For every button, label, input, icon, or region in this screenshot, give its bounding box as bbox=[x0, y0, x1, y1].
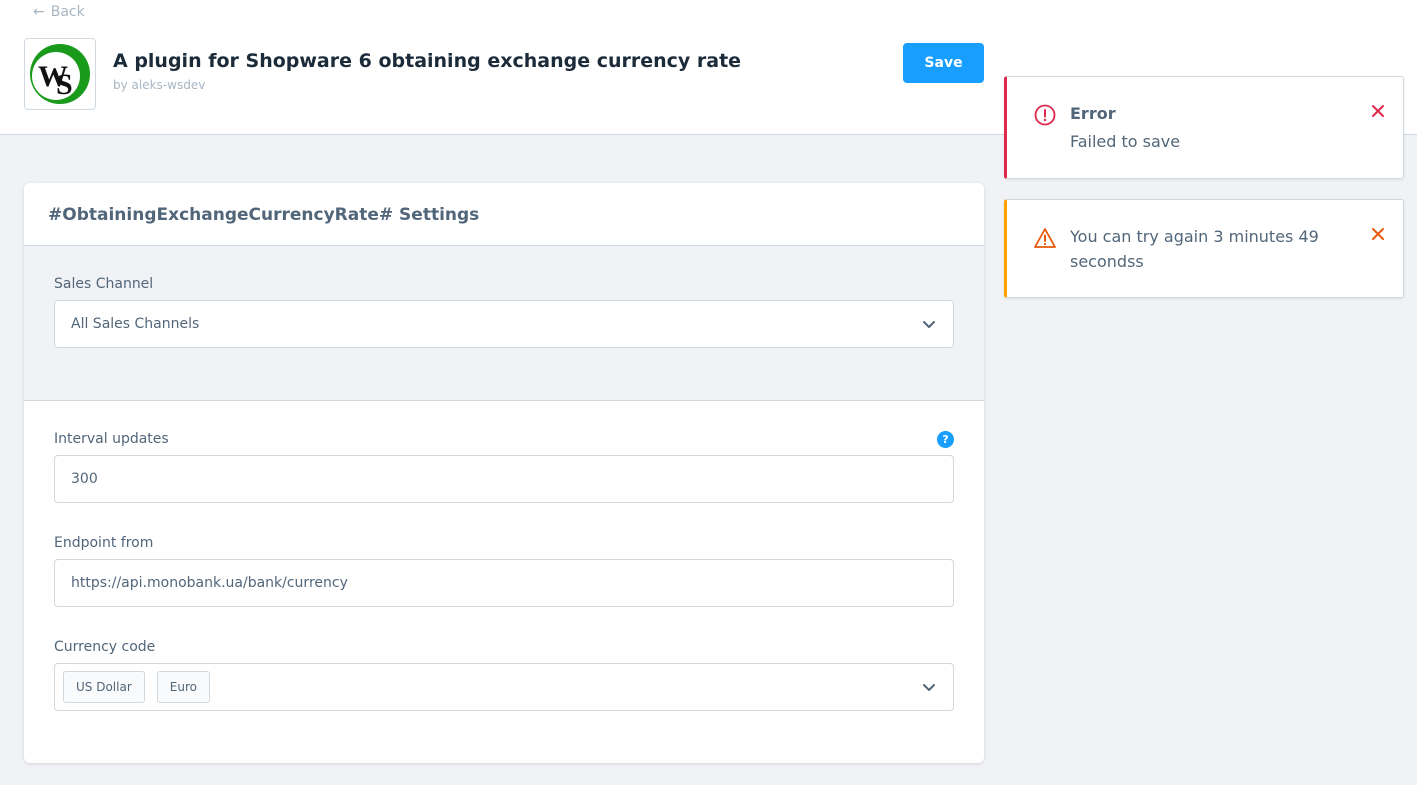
help-icon[interactable]: ? bbox=[937, 431, 954, 448]
currency-tag[interactable]: US Dollar bbox=[63, 671, 145, 703]
notification-message-line: secondss bbox=[1070, 252, 1144, 271]
currency-multiselect[interactable]: US Dollar Euro bbox=[54, 663, 954, 711]
currency-label: Currency code bbox=[54, 639, 156, 655]
arrow-left-icon: ← bbox=[33, 4, 45, 20]
plugin-logo: W S bbox=[24, 38, 96, 110]
interval-input[interactable]: 300 bbox=[54, 455, 954, 503]
close-icon[interactable] bbox=[1371, 227, 1385, 241]
back-link[interactable]: ← Back bbox=[33, 4, 85, 20]
currency-tag[interactable]: Euro bbox=[156, 671, 210, 703]
sales-channel-section: Sales Channel All Sales Channels bbox=[24, 246, 984, 401]
sales-channel-select[interactable]: All Sales Channels bbox=[54, 300, 954, 348]
plugin-author: by aleks-wsdev bbox=[113, 78, 206, 92]
back-label: Back bbox=[50, 4, 85, 20]
chevron-down-icon bbox=[923, 321, 935, 328]
svg-text:S: S bbox=[56, 68, 73, 101]
endpoint-input[interactable]: https://api.monobank.ua/bank/currency bbox=[54, 559, 954, 607]
interval-value: 300 bbox=[71, 471, 98, 487]
error-alert-icon bbox=[1034, 104, 1056, 126]
save-button[interactable]: Save bbox=[903, 43, 984, 83]
warning-notification: You can try again 3 minutes 49 secondss bbox=[1004, 199, 1404, 298]
sales-channel-value: All Sales Channels bbox=[71, 316, 200, 332]
endpoint-value: https://api.monobank.ua/bank/currency bbox=[71, 575, 348, 591]
endpoint-label: Endpoint from bbox=[54, 535, 154, 551]
error-notification: Error Failed to save bbox=[1004, 76, 1404, 179]
notification-message: Failed to save bbox=[1070, 132, 1181, 151]
page-title: A plugin for Shopware 6 obtaining exchan… bbox=[113, 50, 742, 72]
plugin-logo-icon: W S bbox=[30, 44, 90, 104]
notification-title: Error bbox=[1070, 104, 1116, 123]
sales-channel-label: Sales Channel bbox=[54, 276, 154, 292]
chevron-down-icon bbox=[923, 684, 935, 691]
interval-label: Interval updates bbox=[54, 431, 169, 447]
close-icon[interactable] bbox=[1371, 104, 1385, 118]
warning-icon bbox=[1034, 228, 1056, 248]
notification-message-line: You can try again 3 minutes 49 bbox=[1070, 227, 1319, 246]
settings-card: #ObtainingExchangeCurrencyRate# Settings… bbox=[24, 183, 984, 763]
card-title: #ObtainingExchangeCurrencyRate# Settings bbox=[48, 205, 480, 225]
notification-message: You can try again 3 minutes 49 secondss bbox=[1070, 224, 1319, 274]
